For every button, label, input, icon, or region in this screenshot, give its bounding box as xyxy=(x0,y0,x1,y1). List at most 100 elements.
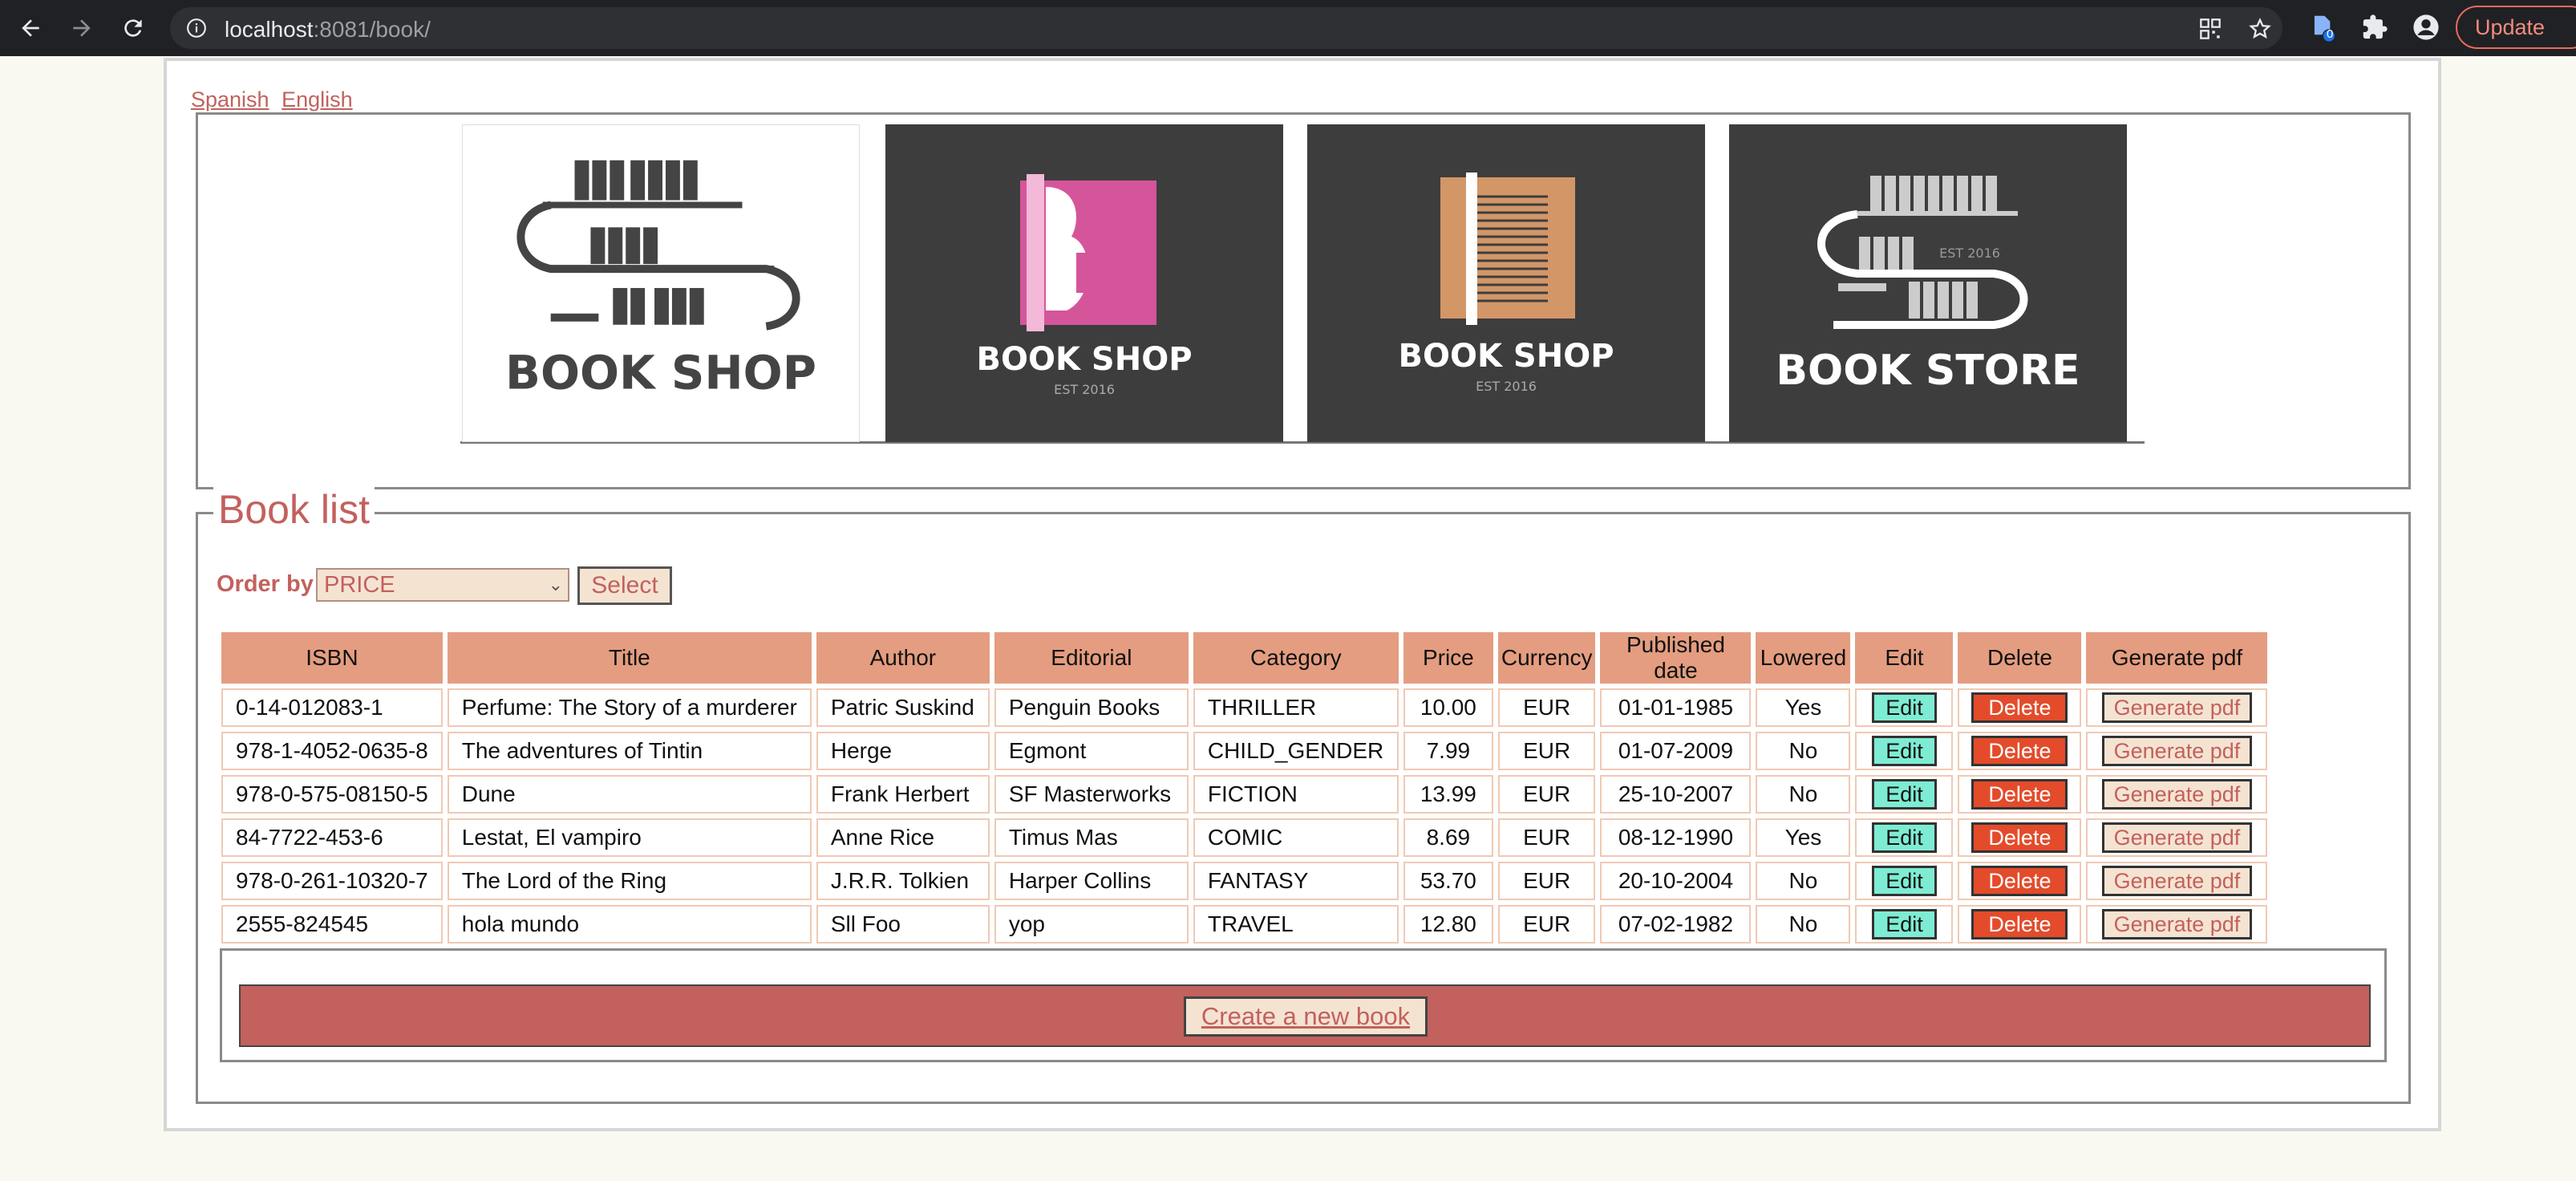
generate-pdf-button[interactable]: Generate pdf xyxy=(2101,692,2253,723)
table-row: 0-14-012083-1 Perfume: The Story of a mu… xyxy=(221,688,2268,727)
delete-button[interactable]: Delete xyxy=(1971,779,2068,810)
logo-2-sub: EST 2016 xyxy=(1054,382,1115,397)
generate-pdf-button[interactable]: Generate pdf xyxy=(2101,822,2253,853)
logo-4-sub: EST 2016 xyxy=(1939,246,2000,261)
col-header-edit: Edit xyxy=(1855,632,1954,684)
table-row: 978-0-261-10320-7 The Lord of the Ring J… xyxy=(221,862,2268,900)
cell-lowered: No xyxy=(1756,732,1851,770)
edit-button[interactable]: Edit xyxy=(1872,779,1937,810)
language-switcher: Spanish English xyxy=(191,87,359,112)
cell-delete: Delete xyxy=(1958,775,2082,814)
logo-2-text: BOOK SHOP xyxy=(976,341,1192,378)
cell-title: The adventures of Tintin xyxy=(447,732,812,770)
cell-editorial: Harper Collins xyxy=(994,862,1189,900)
cell-title: Lestat, El vampiro xyxy=(447,818,812,857)
edit-button[interactable]: Edit xyxy=(1872,692,1937,723)
order-by-select[interactable]: PRICE ⌄ xyxy=(316,568,569,602)
logo-book-shop-orange: BOOK SHOP EST 2016 xyxy=(1307,124,1705,442)
edit-button[interactable]: Edit xyxy=(1872,736,1937,766)
bookmark-star-icon[interactable] xyxy=(2249,18,2271,44)
edit-button[interactable]: Edit xyxy=(1872,822,1937,853)
cell-category: FANTASY xyxy=(1193,862,1399,900)
address-bar[interactable]: localhost:8081/book/ xyxy=(170,7,2282,49)
cell-author: Anne Rice xyxy=(816,818,990,857)
col-header-title: Title xyxy=(447,632,812,684)
cell-editorial: yop xyxy=(994,905,1189,944)
order-by-label: Order by xyxy=(217,571,314,597)
cell-edit: Edit xyxy=(1855,688,1954,727)
language-link-english[interactable]: English xyxy=(281,87,353,112)
col-header-published: Published date xyxy=(1600,632,1752,684)
cell-editorial: Timus Mas xyxy=(994,818,1189,857)
edit-button[interactable]: Edit xyxy=(1872,866,1937,896)
cell-lowered: No xyxy=(1756,862,1851,900)
cell-editorial: Egmont xyxy=(994,732,1189,770)
forward-icon[interactable] xyxy=(66,12,98,44)
delete-button[interactable]: Delete xyxy=(1971,692,2068,723)
cell-currency: EUR xyxy=(1497,862,1596,900)
back-icon[interactable] xyxy=(14,12,47,44)
generate-pdf-button[interactable]: Generate pdf xyxy=(2101,736,2253,766)
generate-pdf-button[interactable]: Generate pdf xyxy=(2101,779,2253,810)
extension-badge-icon[interactable]: 0 xyxy=(2310,14,2337,47)
order-by-value: PRICE xyxy=(324,572,395,598)
col-header-price: Price xyxy=(1403,632,1493,684)
cell-price: 53.70 xyxy=(1403,862,1493,900)
cell-price: 8.69 xyxy=(1403,818,1493,857)
cell-published: 08-12-1990 xyxy=(1600,818,1752,857)
select-button[interactable]: Select xyxy=(577,566,672,605)
books-table: ISBN Title Author Editorial Category Pri… xyxy=(217,627,2272,948)
cell-delete: Delete xyxy=(1958,818,2082,857)
delete-button[interactable]: Delete xyxy=(1971,822,2068,853)
cell-published: 01-07-2009 xyxy=(1600,732,1752,770)
cell-edit: Edit xyxy=(1855,818,1954,857)
cell-edit: Edit xyxy=(1855,862,1954,900)
cell-title: Perfume: The Story of a murderer xyxy=(447,688,812,727)
generate-pdf-button[interactable]: Generate pdf xyxy=(2101,909,2253,940)
logo-1-text: BOOK SHOP xyxy=(505,345,816,400)
cell-generate-pdf: Generate pdf xyxy=(2086,688,2268,727)
col-header-author: Author xyxy=(816,632,990,684)
cell-lowered: Yes xyxy=(1756,688,1851,727)
cell-published: 01-01-1985 xyxy=(1600,688,1752,727)
col-header-delete: Delete xyxy=(1958,632,2082,684)
cell-currency: EUR xyxy=(1497,688,1596,727)
cell-generate-pdf: Generate pdf xyxy=(2086,775,2268,814)
col-header-generate-pdf: Generate pdf xyxy=(2086,632,2268,684)
delete-button[interactable]: Delete xyxy=(1971,736,2068,766)
chevron-down-icon: ⌄ xyxy=(548,574,563,595)
cell-price: 10.00 xyxy=(1403,688,1493,727)
table-header-row: ISBN Title Author Editorial Category Pri… xyxy=(221,632,2268,684)
cell-category: CHILD_GENDER xyxy=(1193,732,1399,770)
generate-pdf-button[interactable]: Generate pdf xyxy=(2101,866,2253,896)
site-info-icon[interactable] xyxy=(186,18,207,43)
language-link-spanish[interactable]: Spanish xyxy=(191,87,269,112)
cell-published: 25-10-2007 xyxy=(1600,775,1752,814)
col-header-editorial: Editorial xyxy=(994,632,1189,684)
delete-button[interactable]: Delete xyxy=(1971,866,2068,896)
url-text: localhost:8081/book/ xyxy=(225,17,431,42)
table-row: 978-0-575-08150-5 Dune Frank Herbert SF … xyxy=(221,775,2268,814)
cell-currency: EUR xyxy=(1497,732,1596,770)
cell-category: FICTION xyxy=(1193,775,1399,814)
qr-code-icon[interactable] xyxy=(2199,18,2222,44)
logo-book-shop-light: BOOK SHOP xyxy=(462,124,860,442)
cell-isbn: 2555-824545 xyxy=(221,905,443,944)
logo-4-text: BOOK STORE xyxy=(1776,347,2080,395)
cell-published: 20-10-2004 xyxy=(1600,862,1752,900)
delete-button[interactable]: Delete xyxy=(1971,909,2068,940)
update-button[interactable]: Update xyxy=(2456,6,2576,49)
cell-price: 12.80 xyxy=(1403,905,1493,944)
create-new-book-button[interactable]: Create a new book xyxy=(1184,996,1428,1037)
puzzle-extensions-icon[interactable] xyxy=(2361,14,2388,45)
cell-currency: EUR xyxy=(1497,905,1596,944)
cell-generate-pdf: Generate pdf xyxy=(2086,862,2268,900)
reload-icon[interactable] xyxy=(117,12,149,44)
edit-button[interactable]: Edit xyxy=(1872,909,1937,940)
table-row: 2555-824545 hola mundo Sll Foo yop TRAVE… xyxy=(221,905,2268,944)
profile-icon[interactable] xyxy=(2412,14,2440,45)
cell-delete: Delete xyxy=(1958,905,2082,944)
cell-isbn: 84-7722-453-6 xyxy=(221,818,443,857)
cell-delete: Delete xyxy=(1958,862,2082,900)
cell-generate-pdf: Generate pdf xyxy=(2086,905,2268,944)
